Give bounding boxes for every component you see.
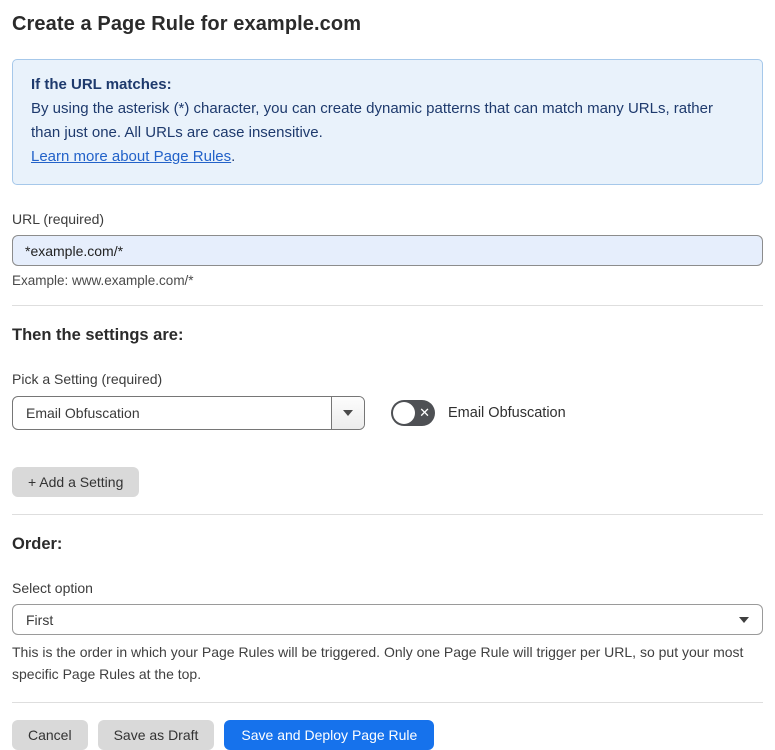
toggle-label: Email Obfuscation [448, 405, 566, 421]
divider [12, 702, 763, 703]
setting-select[interactable]: Email Obfuscation [12, 396, 365, 430]
order-select-label: Select option [12, 580, 93, 596]
divider [12, 305, 763, 306]
divider [12, 514, 763, 515]
footer-actions: Cancel Save as Draft Save and Deploy Pag… [12, 720, 763, 750]
chevron-down-icon [331, 397, 364, 429]
order-section-heading: Order: [12, 535, 63, 553]
order-select[interactable]: First [12, 604, 763, 635]
pick-setting-label: Pick a Setting (required) [12, 371, 163, 387]
email-obfuscation-toggle[interactable]: ✕ [391, 400, 435, 426]
info-box-link-row: Learn more about Page Rules. [31, 145, 744, 169]
info-box-heading: If the URL matches: [31, 76, 172, 93]
link-period: . [231, 148, 236, 165]
toggle-knob [393, 402, 415, 424]
save-draft-button[interactable]: Save as Draft [97, 720, 215, 750]
url-example-helper: Example: www.example.com/* [12, 273, 194, 288]
cancel-button[interactable]: Cancel [12, 720, 88, 750]
url-match-info-box: If the URL matches: By using the asteris… [12, 59, 763, 185]
order-helper-text: This is the order in which your Page Rul… [12, 644, 744, 682]
setting-row: Email Obfuscation ✕ Email Obfuscation [12, 396, 763, 430]
chevron-down-icon [739, 616, 749, 623]
url-input[interactable] [12, 235, 763, 266]
settings-section-heading: Then the settings are: [12, 326, 184, 344]
order-select-value: First [26, 611, 54, 628]
save-deploy-button[interactable]: Save and Deploy Page Rule [224, 720, 435, 750]
info-box-body: By using the asterisk (*) character, you… [31, 100, 713, 141]
toggle-x-icon: ✕ [419, 405, 430, 421]
setting-select-value: Email Obfuscation [26, 405, 140, 421]
add-setting-button[interactable]: + Add a Setting [12, 467, 140, 497]
url-label: URL (required) [12, 211, 105, 227]
learn-more-link[interactable]: Learn more about Page Rules [31, 148, 231, 165]
create-page-rule-form: Create a Page Rule for example.com If th… [0, 0, 775, 750]
page-title: Create a Page Rule for example.com [12, 13, 362, 35]
